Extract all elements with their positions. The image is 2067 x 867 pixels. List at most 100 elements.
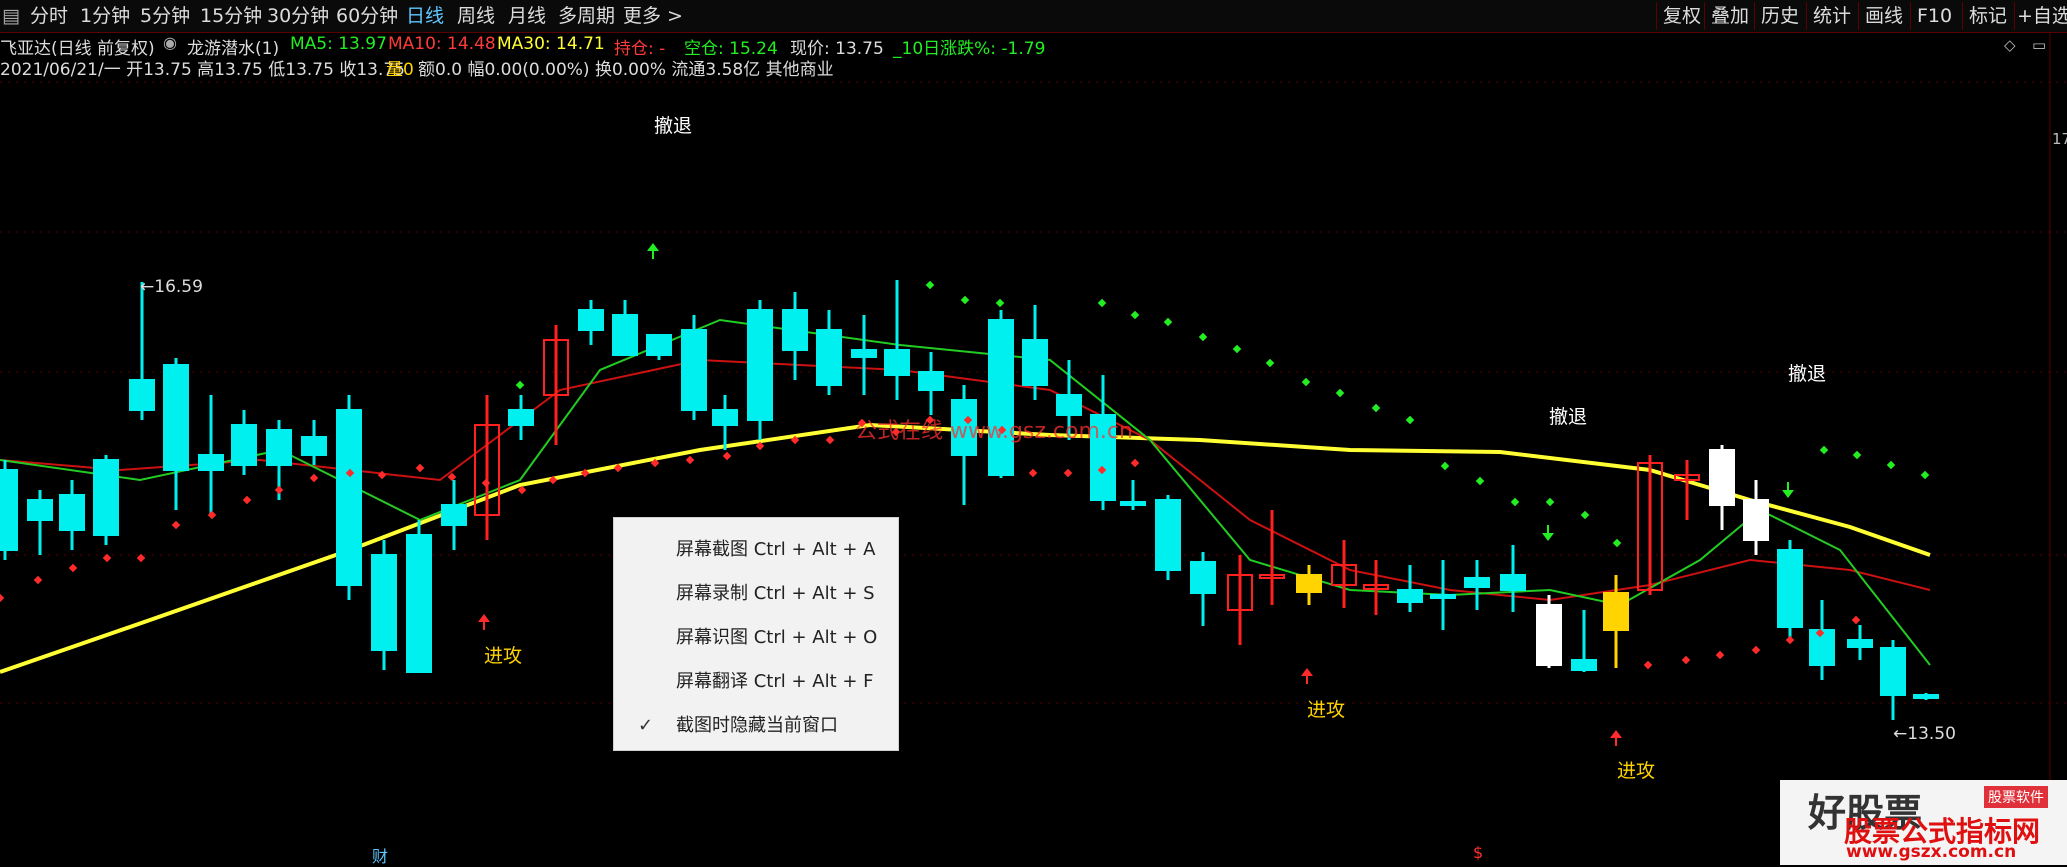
tab-5min[interactable]: 5分钟 bbox=[140, 0, 190, 32]
candle-body bbox=[1464, 577, 1490, 588]
tab-more[interactable]: 更多 > bbox=[623, 0, 683, 32]
menu-screen-translate[interactable]: 屏幕翻译 Ctrl + Alt + F bbox=[614, 660, 898, 704]
green-signal-dot bbox=[1405, 415, 1415, 425]
red-signal-dot bbox=[1751, 645, 1761, 655]
candle-body bbox=[93, 459, 119, 536]
down-arrow-head bbox=[1542, 533, 1554, 541]
retreat-label: 撤退 bbox=[654, 115, 693, 137]
candle-body bbox=[163, 364, 189, 471]
red-signal-dot bbox=[309, 473, 319, 483]
attack-label: 进攻 bbox=[1617, 760, 1656, 782]
tab-15min[interactable]: 15分钟 bbox=[200, 0, 262, 32]
green-signal-dot bbox=[1852, 450, 1862, 460]
green-signal-dot bbox=[515, 380, 525, 390]
up-arrow-head bbox=[647, 243, 659, 251]
fuquan-button[interactable]: 复权 bbox=[1656, 2, 1704, 30]
candle-body bbox=[1500, 574, 1526, 591]
red-signal-dot bbox=[171, 520, 181, 530]
candle-body bbox=[988, 319, 1014, 476]
red-signal-dot bbox=[825, 435, 835, 445]
candle-body bbox=[266, 429, 292, 466]
green-signal-dot bbox=[1580, 510, 1590, 520]
add-watchlist-button[interactable]: +自选 bbox=[2014, 2, 2067, 30]
candle-body bbox=[646, 334, 672, 356]
tab-30min[interactable]: 30分钟 bbox=[267, 0, 329, 32]
candle-body bbox=[129, 379, 155, 411]
green-signal-dot bbox=[925, 280, 935, 290]
candle-body bbox=[578, 309, 604, 331]
candle-body bbox=[1056, 394, 1082, 416]
red-signal-dot bbox=[1715, 650, 1725, 660]
candle-body bbox=[1913, 694, 1939, 699]
footer-fin-label: 财 bbox=[372, 847, 389, 866]
tab-weekly[interactable]: 周线 bbox=[457, 0, 495, 32]
down-arrow-head bbox=[1782, 490, 1794, 498]
candle-body bbox=[59, 494, 85, 531]
red-signal-dot bbox=[1028, 468, 1038, 478]
tab-60min[interactable]: 60分钟 bbox=[336, 0, 398, 32]
candle-body bbox=[1296, 574, 1322, 593]
low-price-label: ←13.50 bbox=[1893, 724, 1956, 744]
green-signal-dot bbox=[1510, 497, 1520, 507]
red-signal-dot bbox=[207, 510, 217, 520]
candle-body bbox=[681, 329, 707, 411]
screenshot-context-menu: 屏幕截图 Ctrl + Alt + A 屏幕录制 Ctrl + Alt + S … bbox=[613, 517, 899, 751]
red-signal-dot bbox=[136, 553, 146, 563]
red-signal-dot bbox=[1785, 635, 1795, 645]
red-signal-dot bbox=[1130, 458, 1140, 468]
menu-screenshot[interactable]: 屏幕截图 Ctrl + Alt + A bbox=[614, 528, 898, 572]
tab-multi-period[interactable]: 多周期 bbox=[558, 0, 615, 32]
logo-site: www.gszx.com.cn bbox=[1846, 842, 2017, 862]
red-signal-dot bbox=[242, 495, 252, 505]
stats-button[interactable]: 统计 bbox=[1806, 2, 1858, 30]
red-signal-dot bbox=[274, 485, 284, 495]
tab-daily[interactable]: 日线 bbox=[406, 0, 444, 32]
candle-body bbox=[1155, 499, 1181, 571]
retreat-label: 撤退 bbox=[1549, 406, 1588, 428]
kline-chart bbox=[0, 32, 2067, 865]
red-signal-dot bbox=[415, 463, 425, 473]
candle-body bbox=[1536, 604, 1562, 666]
candles bbox=[0, 280, 1939, 720]
green-signal-dot bbox=[1163, 317, 1173, 327]
period-toolbar: ▤ 分时 1分钟 5分钟 15分钟 30分钟 60分钟 日线 周线 月线 多周期… bbox=[0, 0, 2067, 33]
high-price-label: ←16.59 bbox=[140, 277, 203, 297]
menu-screen-ocr-label: 屏幕识图 Ctrl + Alt + O bbox=[676, 627, 878, 648]
tab-monthly[interactable]: 月线 bbox=[508, 0, 546, 32]
red-signal-dot bbox=[722, 451, 732, 461]
tab-1min[interactable]: 1分钟 bbox=[80, 0, 130, 32]
menu-toggle-icon[interactable]: ▤ bbox=[2, 0, 20, 32]
red-signal-dot bbox=[377, 470, 387, 480]
candle-body bbox=[1603, 592, 1629, 631]
menu-screen-record[interactable]: 屏幕录制 Ctrl + Alt + S bbox=[614, 572, 898, 616]
footer-dollar-label: $ bbox=[1473, 843, 1484, 862]
candle-body bbox=[782, 309, 808, 351]
f10-button[interactable]: F10 bbox=[1910, 2, 1956, 30]
history-button[interactable]: 历史 bbox=[1754, 2, 1806, 30]
candle-body bbox=[816, 329, 842, 386]
candle-body bbox=[1847, 639, 1873, 648]
menu-screen-ocr[interactable]: 屏幕识图 Ctrl + Alt + O bbox=[614, 616, 898, 660]
candle-body bbox=[1120, 501, 1146, 506]
mark-button[interactable]: 标记 bbox=[1962, 2, 2014, 30]
up-arrow-head bbox=[1610, 730, 1622, 738]
green-signal-dot bbox=[1920, 470, 1930, 480]
green-signal-dot bbox=[1265, 358, 1275, 368]
candle-body bbox=[747, 309, 773, 421]
red-signal-dot bbox=[1851, 615, 1861, 625]
red-signal-dot bbox=[685, 455, 695, 465]
green-signal-dot bbox=[1232, 344, 1242, 354]
candle-body bbox=[918, 371, 944, 391]
tab-fenshi[interactable]: 分时 bbox=[30, 0, 68, 32]
draw-button[interactable]: 画线 bbox=[1858, 2, 1910, 30]
green-signal-dot bbox=[1301, 377, 1311, 387]
green-signal-dot bbox=[960, 295, 970, 305]
candle-body bbox=[851, 349, 877, 358]
overlay-button[interactable]: 叠加 bbox=[1704, 2, 1754, 30]
green-signal-dot bbox=[1097, 298, 1107, 308]
candle-body bbox=[612, 314, 638, 356]
candle-body bbox=[1777, 549, 1803, 628]
green-signal-dot bbox=[1335, 388, 1345, 398]
candle-body bbox=[1397, 589, 1423, 603]
menu-hide-window[interactable]: ✓ 截图时隐藏当前窗口 bbox=[614, 704, 898, 748]
